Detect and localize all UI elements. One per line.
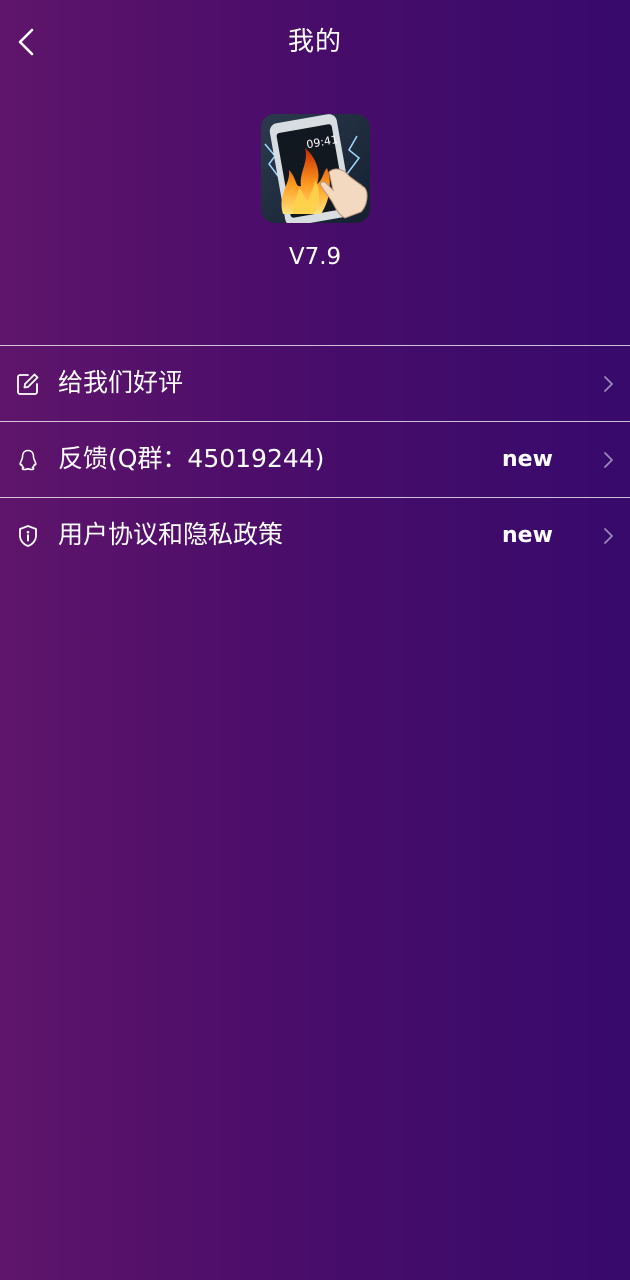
- menu-item-label: 用户协议和隐私政策: [58, 520, 284, 549]
- chevron-right-icon: [604, 528, 613, 544]
- shield-info-icon: [19, 525, 37, 547]
- app-version: V7.9: [288, 244, 342, 270]
- menu-item-label: 反馈(Q群：45019244): [58, 444, 325, 473]
- edit-icon: [17, 373, 39, 395]
- top-bar: 我的: [0, 0, 630, 84]
- menu-item-rate-us[interactable]: 给我们好评: [0, 346, 630, 422]
- chevron-right-icon: [604, 452, 613, 468]
- menu-item-feedback[interactable]: 反馈(Q群：45019244) new: [0, 422, 630, 498]
- page-title: 我的: [287, 27, 342, 57]
- menu-item-label: 给我们好评: [58, 368, 184, 397]
- chevron-right-icon: [604, 376, 613, 392]
- new-badge: new: [502, 523, 553, 548]
- app-icon: 09:41: [261, 114, 370, 223]
- settings-menu: 给我们好评 反馈(Q群：45019244) new 用户协议和隐私政策 new: [0, 345, 630, 573]
- menu-item-privacy-policy[interactable]: 用户协议和隐私政策 new: [0, 498, 630, 573]
- new-badge: new: [502, 447, 553, 472]
- qq-penguin-icon: [19, 449, 37, 471]
